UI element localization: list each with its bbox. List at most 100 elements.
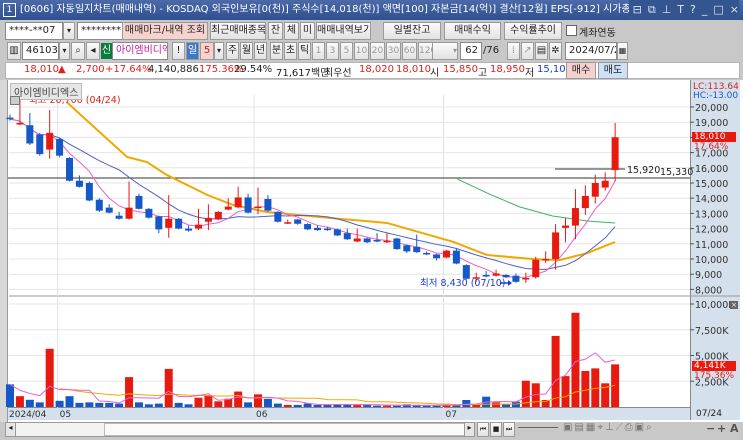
price-tick-label: 14,000 [695,194,728,205]
candle-up [542,259,550,261]
volume-bar [134,402,143,407]
chart-title: 아이엠비디엑스 [10,83,83,100]
price-tick-label: 9,000 [695,270,722,281]
candle-up [224,206,232,210]
chart-scrollbar[interactable]: ◂ ▸ [5,422,475,437]
candle-up [234,197,242,208]
candle-up [214,211,222,220]
candle-down [393,238,401,250]
volume-bar [462,399,471,407]
candle-up [552,232,560,259]
volume-bar [75,402,84,407]
price-tick-label: 19,000 [695,118,728,129]
candle-down [145,208,153,218]
stop-button[interactable]: ■ [490,422,502,437]
price-tick-label: 8,000 [695,285,722,296]
last-page-button[interactable]: ⏭ [503,422,515,437]
volume-bar [263,398,272,407]
candle-down [175,218,183,229]
ma120-line [457,178,616,224]
volume-bar [273,403,282,407]
volume-bar [184,404,193,407]
candle-up [194,224,202,229]
volume-bar [323,404,332,407]
date-label: 2024/04 [9,410,47,420]
candle-down [433,254,441,259]
volume-bar [144,404,153,407]
low-annotation: 최저 8,430 (07/10) [420,278,506,289]
close-panel-icon[interactable]: × [730,301,738,309]
volume-bar [55,400,64,407]
volume-bar [373,405,382,407]
first-page-button[interactable]: ⏮ [477,422,489,437]
current-rate-tag: 17.64% [694,142,729,152]
volume-bar [492,402,501,407]
candle-down [333,229,341,236]
candle-up [591,183,599,197]
volume-bar [343,404,352,407]
volume-bar [432,405,441,407]
candle-down [502,274,510,278]
volume-bar [244,402,253,407]
candle-down [115,215,123,219]
candle-down [274,211,282,222]
volume-bar [254,394,262,407]
price-tick-label: 11,000 [695,240,728,251]
candle-down [185,228,193,231]
candle-down [304,224,312,230]
candle-up [125,207,133,219]
candle-up [522,278,530,280]
volume-bar [15,396,24,407]
zoom-in-button[interactable]: + [717,422,726,435]
candle-down [26,125,34,144]
price-tick-label: 13,000 [695,209,728,220]
candle-down [462,265,470,279]
volume-bar [502,404,510,407]
candle-down [373,240,381,242]
volume-bar [154,403,163,407]
candle-down [413,246,421,253]
candle-up [353,238,361,242]
grid-toggle-icon[interactable] [10,96,20,105]
scroll-right-button[interactable]: ▸ [464,423,474,436]
volume-ma5-line [9,352,616,406]
candle-up [562,225,570,228]
candle-up [254,206,262,209]
candlestick-chart: 20,00019,00018,00017,00016,00015,00014,0… [6,95,740,420]
candle-down [363,238,371,243]
price-tick-label: 20,000 [695,103,728,114]
ma60-line [65,101,616,262]
volume-bar [65,396,74,407]
scroll-left-button[interactable]: ◂ [6,423,16,436]
volume-bar [581,370,590,407]
volume-bar [45,348,54,407]
volume-bar [234,391,243,407]
volume-tag: 4,141K [692,361,736,371]
candle-down [294,219,302,224]
price-tick-label: 12,000 [695,225,728,236]
volume-bar [561,376,570,407]
volume-bar [35,402,44,407]
candle-down [314,227,322,231]
chart-tool-icons[interactable]: ▣▤▦⌖⊥⟋⎙▣⌕ [563,422,654,433]
price-tick-label: 15,000 [695,179,728,190]
zoom-out-button[interactable]: − [706,422,715,435]
candle-up [165,218,173,228]
scroll-thumb[interactable] [104,423,466,436]
volume-bar [283,404,292,407]
volume-bar [293,404,302,407]
candle-down [66,157,74,181]
zoom-slider[interactable] [518,427,558,428]
candle-down [323,228,331,231]
candle-up [442,250,450,258]
last-date-label: 07/24 [696,409,722,419]
low-arrow-icon [508,280,512,286]
price-tick-label: 16,000 [695,164,728,175]
font-size-button[interactable]: A [730,422,739,435]
candle-down [244,197,252,213]
date-label: 07 [446,410,457,420]
volume-tick-label: 7,500K [695,326,729,337]
volume-bar [85,402,94,407]
candle-up [46,132,54,150]
candle-down [264,198,272,211]
